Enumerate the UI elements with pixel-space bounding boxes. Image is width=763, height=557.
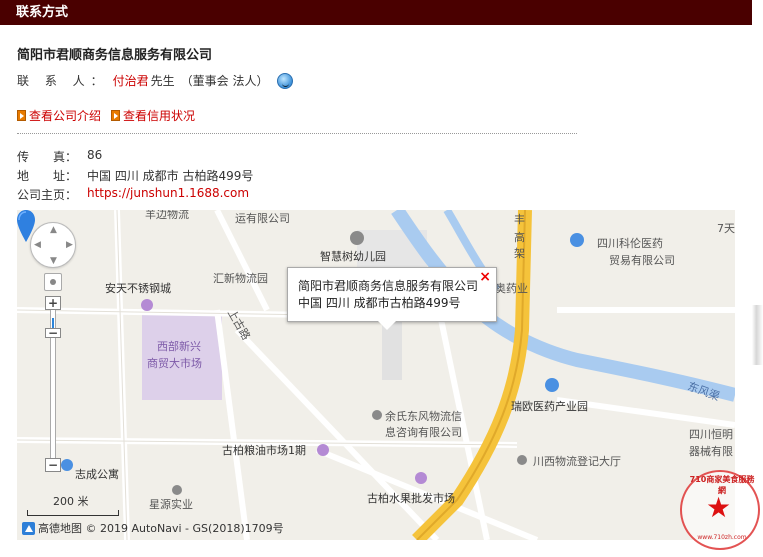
- map-label: 西部新兴: [157, 340, 201, 353]
- star-icon: ★: [706, 491, 732, 524]
- map-label: 古柏水果批发市场: [367, 492, 455, 505]
- fax-label: 传 真：: [17, 150, 78, 164]
- company-links: 查看公司介绍 查看信用状况: [17, 107, 205, 124]
- map-label: 安天不锈钢城: [105, 282, 171, 295]
- link-label: 查看信用状况: [123, 109, 196, 123]
- map-label: 高: [514, 231, 525, 244]
- map-label: 志成公寓: [75, 468, 119, 481]
- zoom-handle[interactable]: −: [45, 327, 61, 339]
- location-map[interactable]: 羊边物流 运有限公司 智慧树幼儿园 丰 高 架 四川科伦医药 贸易有限公司 7天…: [17, 210, 735, 540]
- map-label: 7天: [717, 222, 735, 235]
- contact-label: 联 系 人：: [17, 74, 109, 88]
- map-label: 古柏粮油市场1期: [222, 444, 306, 457]
- locate-button[interactable]: [44, 273, 62, 291]
- seal-url: www.710zh.com: [697, 534, 747, 541]
- contact-title: 先生: [150, 74, 175, 88]
- homepage-label: 公司主页：: [17, 188, 78, 202]
- map-label: 四川恒明: [689, 428, 733, 441]
- zoom-out-button[interactable]: −: [45, 458, 61, 472]
- map-label: 息咨询有限公司: [385, 426, 462, 439]
- divider: [17, 133, 577, 134]
- scale-label: 200 米: [53, 495, 89, 508]
- info-window-address: 中国 四川 成都市古柏路499号: [298, 295, 461, 310]
- view-company-intro-link[interactable]: 查看公司介绍: [17, 107, 101, 124]
- fax-value: 86: [87, 148, 103, 162]
- map-label: 贸易有限公司: [609, 254, 675, 267]
- map-label: 架: [514, 247, 525, 260]
- pan-right-icon[interactable]: ▶: [66, 241, 73, 250]
- view-credit-status-link[interactable]: 查看信用状况: [111, 107, 195, 124]
- close-icon[interactable]: ×: [479, 270, 491, 284]
- zoom-in-button[interactable]: +: [45, 296, 61, 310]
- address-row: 地 址： 中国 四川 成都市 古柏路499号: [17, 167, 253, 184]
- pan-up-icon[interactable]: ▲: [50, 226, 57, 235]
- contact-role: （董事会 法人）: [180, 74, 269, 88]
- map-label: 奥药业: [495, 282, 528, 295]
- map-label: 川西物流登记大厅: [533, 455, 621, 468]
- site-seal: 710商家美食服務網 ★ www.710zh.com: [680, 470, 760, 550]
- pan-control[interactable]: ▲ ▼ ◀ ▶: [30, 222, 76, 268]
- homepage-link[interactable]: https://junshun1.1688.com: [87, 186, 249, 203]
- map-label: 四川科伦医药: [597, 237, 663, 250]
- arrow-box-icon: [17, 110, 26, 121]
- map-label: 商贸大市场: [147, 357, 202, 370]
- arrow-box-icon: [111, 110, 121, 121]
- fax-row: 传 真： 86: [17, 148, 102, 165]
- contact-person-link[interactable]: 付治君: [113, 72, 149, 89]
- scale-bar: [27, 510, 119, 516]
- homepage-row: 公司主页： https://junshun1.1688.com: [17, 186, 249, 203]
- map-label: 丰: [514, 213, 525, 226]
- map-label: 余氏东风物流信: [385, 410, 462, 423]
- pan-left-icon[interactable]: ◀: [34, 241, 41, 250]
- info-window-company: 简阳市君顺商务信息服务有限公司: [298, 279, 479, 293]
- map-label: 羊边物流: [145, 210, 189, 221]
- company-name: 简阳市君顺商务信息服务有限公司: [17, 48, 213, 63]
- address-label: 地 址：: [17, 169, 78, 183]
- section-header: 联系方式: [0, 0, 752, 25]
- amap-logo-icon: [22, 521, 35, 535]
- edge-decoration: [752, 305, 763, 365]
- map-label: 汇新物流园: [213, 272, 268, 285]
- map-label: 器械有限: [689, 445, 733, 458]
- map-label: 智慧树幼儿园: [320, 250, 386, 263]
- map-label: 星源实业: [149, 498, 193, 511]
- info-window: 简阳市君顺商务信息服务有限公司 中国 四川 成都市古柏路499号 ×: [287, 267, 497, 330]
- link-label: 查看公司介绍: [29, 109, 102, 123]
- pan-down-icon[interactable]: ▼: [50, 257, 57, 266]
- attribution-text: 高德地图 © 2019 AutoNavi - GS(2018)1709号: [38, 522, 284, 535]
- map-label: 瑞欧医药产业园: [511, 400, 588, 413]
- map-label: 运有限公司: [235, 212, 290, 225]
- contact-row: 联 系 人： 付治君 先生 （董事会 法人）: [17, 72, 293, 89]
- chat-avatar-icon[interactable]: [276, 72, 293, 89]
- address-value: 中国 四川 成都市 古柏路499号: [87, 169, 254, 183]
- map-attribution: 高德地图 © 2019 AutoNavi - GS(2018)1709号: [22, 520, 284, 536]
